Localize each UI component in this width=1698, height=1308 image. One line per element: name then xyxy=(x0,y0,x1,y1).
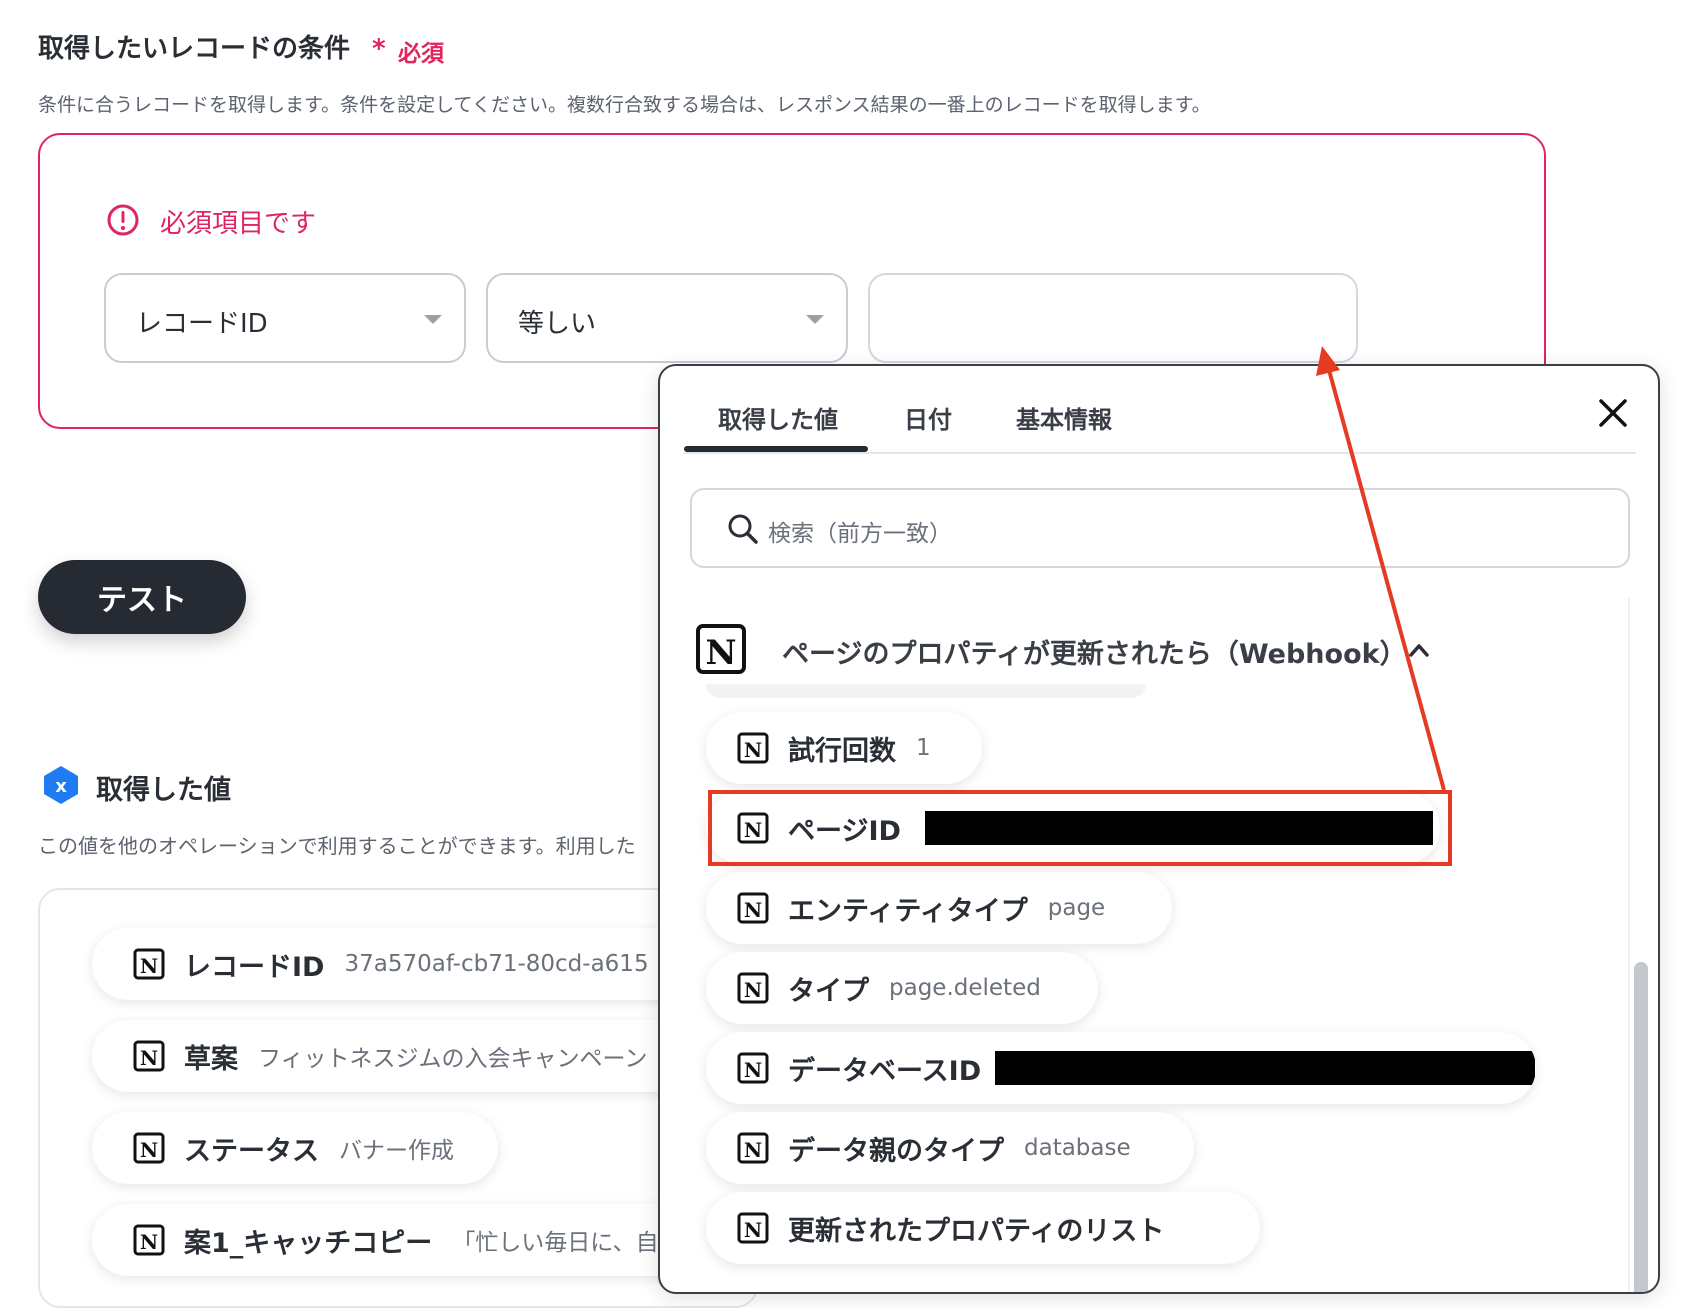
variable-item-name: タイプ xyxy=(788,975,869,1007)
variable-item-name: エンティティタイプ xyxy=(788,895,1028,927)
notion-icon: N xyxy=(737,1212,769,1244)
variable-badge-icon: x xyxy=(44,766,78,804)
fetched-item[interactable]: N ステータス バナー作成 xyxy=(92,1112,498,1184)
scrollbar-thumb[interactable] xyxy=(1634,962,1648,1292)
variable-item[interactable]: N エンティティタイプ page xyxy=(706,872,1172,944)
operator-select[interactable]: 等しい xyxy=(486,273,848,363)
notion-icon: N xyxy=(737,732,769,764)
tab-divider xyxy=(684,452,1636,454)
svg-text:N: N xyxy=(744,898,762,922)
condition-value-input[interactable] xyxy=(868,273,1358,363)
fetched-item-value: 「忙しい毎日に、自分 xyxy=(452,1230,682,1256)
variable-item-value: page xyxy=(1047,895,1106,921)
notion-icon: N xyxy=(737,892,769,924)
notion-icon: N xyxy=(133,1040,165,1072)
clipped-item-edge xyxy=(706,684,1146,698)
fetched-item-name: 案1_キャッチコピー xyxy=(184,1227,433,1259)
notion-icon: N xyxy=(133,1224,165,1256)
alert-circle-icon xyxy=(107,204,139,236)
notion-icon: N xyxy=(133,948,165,980)
tab-fetched-values[interactable]: 取得した値 xyxy=(718,400,838,435)
notion-icon: N xyxy=(737,1052,769,1084)
variable-item-value: database xyxy=(1024,1135,1131,1161)
svg-text:N: N xyxy=(744,1218,762,1242)
close-icon[interactable] xyxy=(1596,396,1630,430)
required-star: * xyxy=(372,34,386,64)
tab-basic-info[interactable]: 基本情報 xyxy=(1016,400,1112,435)
variable-item-value: 1 xyxy=(916,735,931,761)
svg-text:N: N xyxy=(140,1138,158,1162)
svg-text:N: N xyxy=(140,954,158,978)
svg-text:N: N xyxy=(744,978,762,1002)
operator-select-value: 等しい xyxy=(518,309,597,339)
field-select-value: レコードID xyxy=(136,309,268,339)
redacted-value xyxy=(995,1051,1536,1085)
search-icon xyxy=(728,514,758,544)
fetched-item-name: 草案 xyxy=(184,1043,238,1075)
tab-date[interactable]: 日付 xyxy=(904,400,952,435)
svg-text:N: N xyxy=(705,633,736,673)
fetched-item-name: ステータス xyxy=(184,1135,319,1167)
svg-text:N: N xyxy=(140,1046,158,1070)
variable-badge-text: x xyxy=(55,776,67,797)
svg-text:N: N xyxy=(744,738,762,762)
notion-icon: N xyxy=(696,624,746,674)
scrollbar-track xyxy=(1628,598,1630,1292)
variable-item-name: データ親のタイプ xyxy=(788,1135,1004,1167)
variable-item-database-id[interactable]: N データベースID xyxy=(706,1032,1536,1104)
search-placeholder: 検索（前方一致） xyxy=(768,521,952,547)
svg-text:N: N xyxy=(744,1138,762,1162)
active-tab-indicator xyxy=(684,446,868,452)
fetched-values-description: この値を他のオペレーションで利用することができます。利用した xyxy=(38,834,636,858)
group-title: ページのプロパティが更新されたら（Webhook） xyxy=(782,639,1407,670)
required-label: 必須 xyxy=(398,41,444,67)
section-title: 取得したいレコードの条件 xyxy=(38,34,351,64)
variable-item[interactable]: N 更新されたプロパティのリスト xyxy=(706,1192,1260,1264)
fetched-item-value: 37a570af-cb71-80cd-a615 xyxy=(344,951,649,977)
caret-down-icon xyxy=(806,315,824,324)
variable-item-name: 試行回数 xyxy=(788,735,896,767)
notion-icon: N xyxy=(737,1132,769,1164)
fetched-values-panel: N レコードID 37a570af-cb71-80cd-a615 N 草案 フィ… xyxy=(38,888,832,1308)
caret-down-icon xyxy=(424,315,442,324)
variable-item-name: 更新されたプロパティのリスト xyxy=(788,1215,1165,1247)
svg-text:N: N xyxy=(140,1230,158,1254)
variable-item[interactable]: N タイプ page.deleted xyxy=(706,952,1098,1024)
svg-text:N: N xyxy=(744,1058,762,1082)
variable-item-value: page.deleted xyxy=(889,975,1041,1001)
fetched-item-name: レコードID xyxy=(184,951,325,983)
annotation-highlight-box xyxy=(708,790,1452,866)
chevron-up-icon[interactable] xyxy=(1408,642,1430,658)
field-select[interactable]: レコードID xyxy=(104,273,466,363)
section-description: 条件に合うレコードを取得します。条件を設定してください。複数行合致する場合は、レ… xyxy=(38,94,1211,116)
fetched-item-value: バナー作成 xyxy=(339,1138,454,1164)
test-button[interactable]: テスト xyxy=(38,560,246,634)
fetched-values-title: 取得した値 xyxy=(96,775,231,806)
variable-item[interactable]: N 試行回数 1 xyxy=(706,712,982,784)
variable-item[interactable]: N データ親のタイプ database xyxy=(706,1112,1194,1184)
variable-item-name: データベースID xyxy=(788,1055,982,1087)
error-message: 必須項目です xyxy=(160,209,317,239)
notion-icon: N xyxy=(737,972,769,1004)
fetched-item-value: フィットネスジムの入会キャンペーン xyxy=(258,1046,648,1072)
notion-icon: N xyxy=(133,1132,165,1164)
search-input[interactable]: 検索（前方一致） xyxy=(690,488,1630,568)
